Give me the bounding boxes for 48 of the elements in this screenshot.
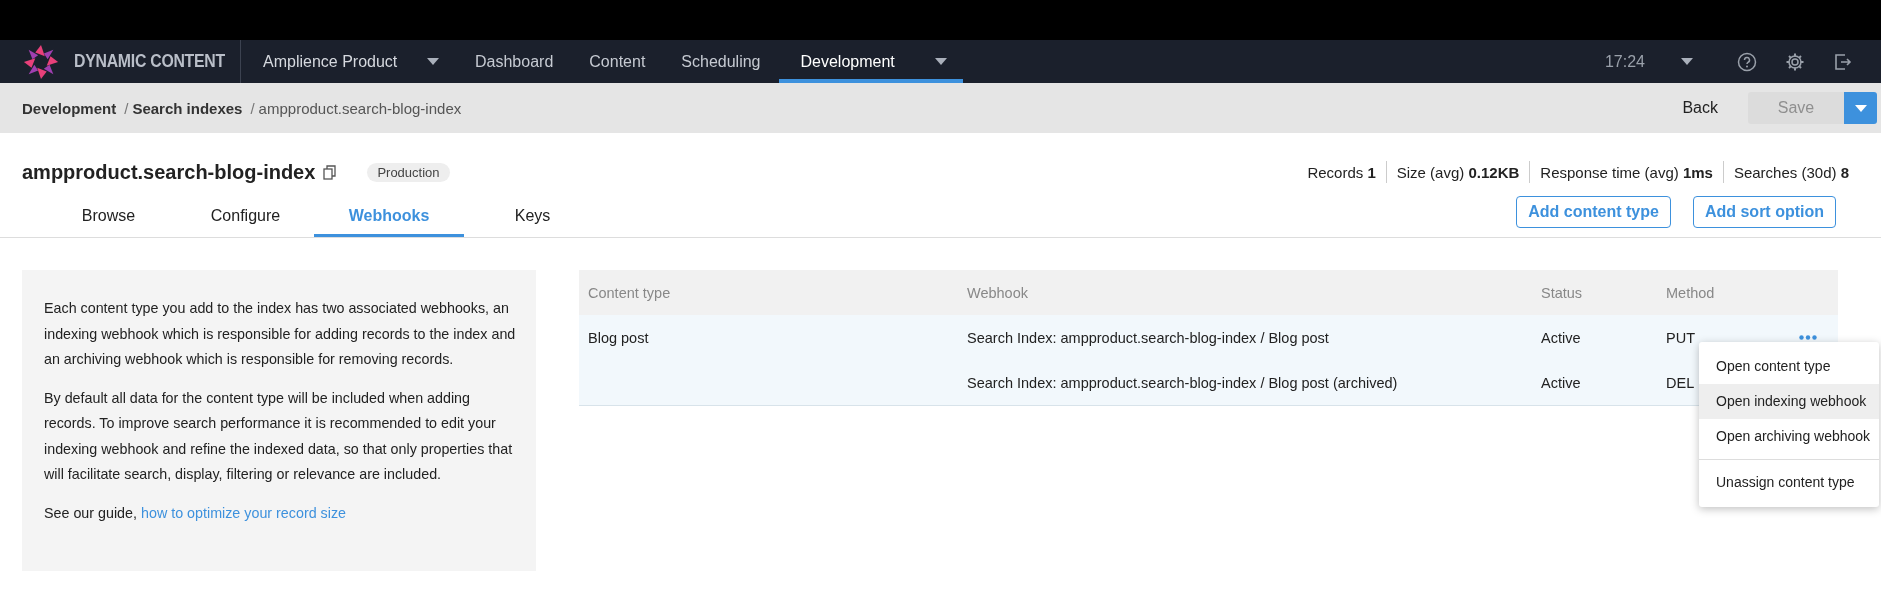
table-cell: DEL <box>1666 374 1695 391</box>
back-button[interactable]: Back <box>1676 98 1724 118</box>
column-header: Webhook <box>967 284 1029 301</box>
breadcrumb-separator: / <box>124 99 129 117</box>
save-options-button[interactable] <box>1844 92 1877 124</box>
clock-time: 17:24 <box>1604 52 1645 71</box>
caret-icon[interactable] <box>1681 58 1693 65</box>
info-paragraph: By default all data for the content type will be included when adding records. To improve search performance it is recommended to edit your indexing webhook and refine the indexed data, so that only properties that will facilitate search, display, filtering or relevance are included. <box>44 388 514 484</box>
breadcrumb-separator: / <box>250 99 255 117</box>
caret-icon <box>1854 104 1867 112</box>
settings-icon[interactable] <box>1785 51 1805 72</box>
tab[interactable]: Browse <box>40 197 177 237</box>
table-cell: Search Index: ampproduct.search-blog-index / Blog post (archived) <box>967 374 1398 391</box>
menu-item[interactable]: Open archiving webhook <box>1699 419 1879 454</box>
nav-tab[interactable]: Dashboard <box>457 40 572 83</box>
index-title: ampproduct.search-blog-index <box>22 160 316 184</box>
table-cell: Blog post <box>588 329 649 346</box>
menu-item[interactable]: Open indexing webhook <box>1699 384 1879 419</box>
environment-badge: Production <box>367 162 450 182</box>
table-cell: Search Index: ampproduct.search-blog-index / Blog post <box>967 329 1329 346</box>
column-header: Method <box>1666 284 1716 301</box>
column-header: Content type <box>587 284 672 301</box>
guide-sentence: See our guide, how to optimize your record size <box>44 503 347 523</box>
column-header: Status <box>1541 284 1584 301</box>
copy-icon[interactable] <box>323 164 338 180</box>
breadcrumb-link[interactable]: ampproduct.search-blog-index <box>258 99 462 117</box>
info-paragraph: Each content type you add to the index has two associated webhooks, an indexing webhook which is responsible for adding records to the index and an archiving webhook which is responsible for removing records. <box>44 299 517 369</box>
stat-text: Records 1 <box>1306 163 1377 181</box>
nav-tab[interactable]: Scheduling <box>663 40 779 83</box>
caret-icon <box>427 58 439 65</box>
tab[interactable]: Configure <box>177 197 314 237</box>
breadcrumb-link[interactable]: Search indexes <box>132 99 243 117</box>
caret-icon <box>934 58 947 65</box>
menu-item[interactable]: Open content type <box>1699 349 1879 384</box>
tab[interactable]: Keys <box>464 197 601 237</box>
menu-item[interactable]: Unassign content type <box>1699 459 1879 500</box>
logout-icon[interactable] <box>1833 51 1853 72</box>
breadcrumb-link[interactable]: Development <box>22 99 117 117</box>
table-cell: Active <box>1541 374 1581 391</box>
nav-tab[interactable]: Content <box>571 40 664 83</box>
stat-text: Size (avg) 0.12KB <box>1395 163 1521 181</box>
stat-text: Searches (30d) 8 <box>1732 163 1849 181</box>
hub-selector[interactable]: Amplience Product <box>263 40 453 83</box>
stat-text: Response time (avg) 1ms <box>1539 163 1714 181</box>
table-cell: Active <box>1541 329 1581 346</box>
more-options-icon[interactable] <box>1799 335 1817 340</box>
help-icon[interactable] <box>1737 51 1757 72</box>
table-cell: PUT <box>1666 329 1695 346</box>
